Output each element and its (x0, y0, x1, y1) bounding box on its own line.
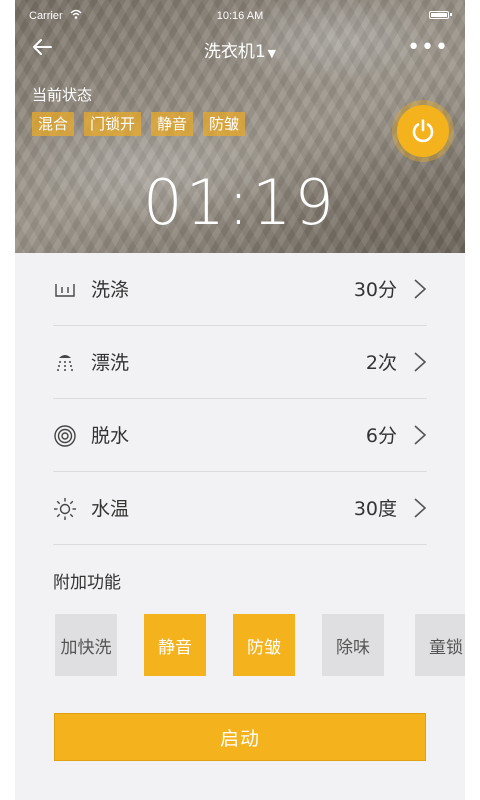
state-tag: 静音 (151, 112, 194, 136)
rinse-shower-icon (57, 355, 73, 371)
setting-label: 漂洗 (91, 352, 130, 374)
chevron-right-icon (414, 352, 427, 372)
state-tag: 门锁开 (84, 112, 142, 136)
state-tags: 混合 门锁开 静音 防皱 (32, 112, 246, 136)
state-tag: 防皱 (203, 112, 246, 136)
option-chip[interactable]: 加快洗 (55, 614, 117, 676)
chevron-down-icon: ▼ (267, 47, 277, 60)
chevron-right-icon (414, 498, 427, 518)
sun-temperature-icon (54, 498, 76, 520)
status-hero: Carrier 10:16 AM 洗衣机1 ▼ ••• 当前状态 混合 门锁开 静… (15, 0, 465, 253)
start-button[interactable]: 启动 (54, 713, 426, 761)
status-bar: Carrier 10:16 AM (15, 0, 465, 32)
nav-bar: 洗衣机1 ▼ ••• (15, 32, 465, 66)
setting-value: 30度 (353, 498, 397, 520)
spin-spiral-icon (54, 425, 76, 447)
settings-list: 洗涤 30分 漂洗 2次 脱水 6分 水温 30度 (53, 253, 427, 545)
extra-functions-title: 附加功能 (53, 573, 121, 593)
state-tag: 混合 (32, 112, 75, 136)
option-chip[interactable]: 静音 (144, 614, 206, 676)
option-label: 防皱 (247, 637, 281, 658)
power-icon (412, 119, 434, 143)
remaining-time: 01:19 (143, 166, 337, 239)
option-label: 童锁 (429, 637, 463, 658)
extra-functions: 加快洗 静音 防皱 除味 童锁 (55, 614, 465, 676)
setting-value: 6分 (365, 425, 397, 447)
setting-label: 洗涤 (91, 279, 130, 301)
option-chip[interactable]: 童锁 (415, 614, 465, 676)
chevron-right-icon (414, 425, 427, 445)
setting-value: 2次 (365, 352, 397, 374)
setting-row-wash[interactable]: 洗涤 30分 (53, 253, 427, 326)
option-label: 静音 (158, 637, 192, 658)
device-title: 洗衣机1 (203, 42, 266, 62)
status-time: 10:16 AM (216, 10, 264, 22)
chevron-right-icon (414, 279, 427, 299)
option-label: 加快洗 (60, 637, 112, 658)
setting-label: 脱水 (91, 425, 130, 447)
wash-basin-icon (55, 284, 75, 297)
option-label: 除味 (336, 637, 370, 658)
option-chip[interactable]: 防皱 (233, 614, 295, 676)
setting-row-rinse[interactable]: 漂洗 2次 (53, 326, 427, 399)
battery-icon (429, 11, 452, 19)
setting-label: 水温 (91, 498, 130, 520)
setting-value: 30分 (353, 279, 397, 301)
app-screen: Carrier 10:16 AM 洗衣机1 ▼ ••• 当前状态 混合 门锁开 静… (15, 0, 465, 800)
setting-row-temperature[interactable]: 水温 30度 (53, 472, 427, 545)
device-selector[interactable]: 洗衣机1 ▼ (15, 37, 465, 62)
option-chip[interactable]: 除味 (322, 614, 384, 676)
more-icon[interactable]: ••• (407, 35, 449, 60)
setting-row-spin[interactable]: 脱水 6分 (53, 399, 427, 472)
current-state-label: 当前状态 (32, 86, 93, 104)
power-button[interactable] (397, 105, 449, 157)
